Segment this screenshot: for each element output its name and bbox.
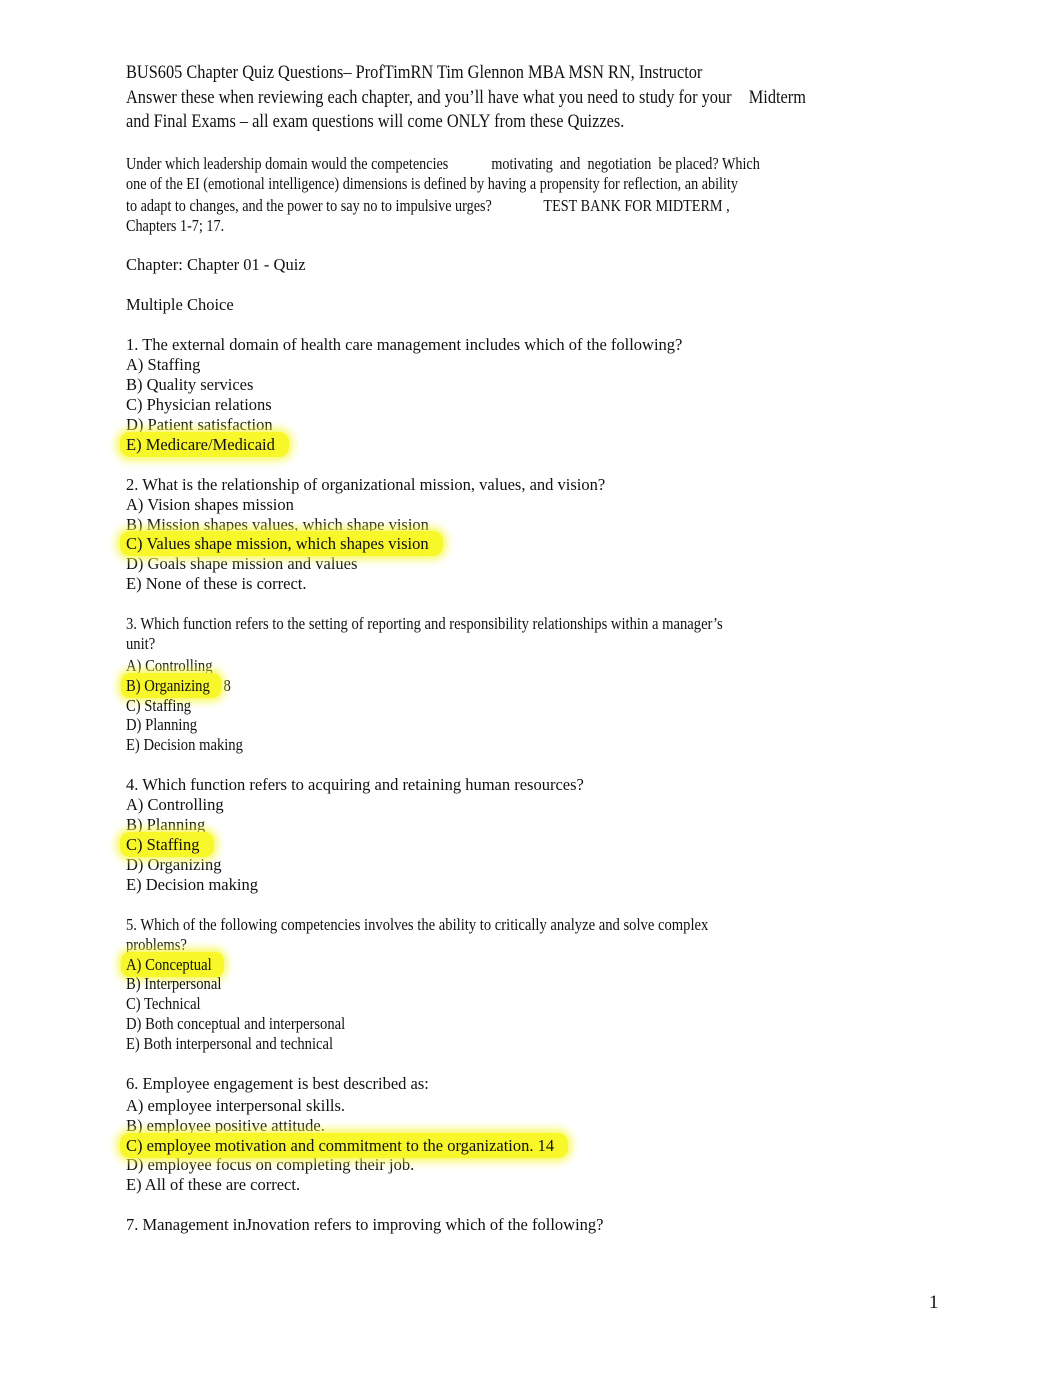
answer-option-highlighted: C) employee motivation and commitment to… <box>126 1136 554 1156</box>
answer-option-highlighted: B) Organizing 8 <box>126 676 231 696</box>
highlight-mark: E) Medicare/Medicaid <box>126 435 275 454</box>
intro-line-1: Under which leadership domain would the … <box>126 154 760 174</box>
highlight-mark: A) Conceptual <box>126 955 212 974</box>
answer-option: C) Technical <box>126 994 201 1013</box>
answer-option: B) Quality services <box>126 375 254 394</box>
answer-option: A) employee interpersonal skills. <box>126 1096 346 1115</box>
answer-option: E) Both interpersonal and technical <box>126 1034 334 1053</box>
subtitle-line-1: Answer these when reviewing each chapter… <box>126 86 806 110</box>
highlight-mark: B) Organizing <box>126 676 210 695</box>
answer-option: C) Staffing <box>126 696 192 715</box>
intro-line-2: one of the EI (emotional intelligence) d… <box>126 174 738 193</box>
answer-option: E) Decision making <box>126 875 258 894</box>
answer-option-highlighted: A) Conceptual 8 <box>126 955 223 975</box>
subtitle-line-2: and Final Exams – all exam questions wil… <box>126 111 625 132</box>
answer-option-highlighted: E) Medicare/Medicaid <box>126 435 275 455</box>
intro-text: to adapt to changes, and the power to sa… <box>126 196 492 215</box>
question-text: 4. Which function refers to acquiring an… <box>126 775 584 794</box>
answer-option: A) Vision shapes mission <box>126 495 294 514</box>
question-text: 5. Which of the following competencies i… <box>126 915 709 934</box>
answer-option: C) Physician relations <box>126 395 272 414</box>
answer-option: D) Organizing <box>126 855 222 874</box>
answer-option: D) Both conceptual and interpersonal <box>126 1014 346 1033</box>
answer-option: D) Planning <box>126 715 198 734</box>
question-text: 7. Management inJnovation refers to impr… <box>126 1215 604 1234</box>
answer-option-highlighted: C) Staffing 8 <box>126 835 212 855</box>
intro-text: Under which leadership domain would the … <box>126 154 449 173</box>
test-bank-label: TEST BANK FOR MIDTERM , <box>543 196 730 215</box>
intro-text: motivating and negotiation be placed? Wh… <box>491 154 760 173</box>
answer-option: E) Decision making <box>126 735 243 754</box>
answer-option: D) employee focus on completing their jo… <box>126 1155 415 1174</box>
question-text-cont: unit? <box>126 634 156 653</box>
section-label: Multiple Choice <box>126 295 234 314</box>
highlight-mark: C) Staffing <box>126 835 200 854</box>
page-reference: 14 <box>537 1136 555 1155</box>
subtitle-text: Answer these when reviewing each chapter… <box>126 87 732 108</box>
question-text: 3. Which function refers to the setting … <box>126 614 723 633</box>
answer-option-highlighted: C) Values shape mission, which shapes vi… <box>126 534 429 554</box>
highlight-mark: C) employee motivation and commitment to… <box>126 1136 554 1155</box>
question-text: 1. The external domain of health care ma… <box>126 335 683 354</box>
answer-option: E) None of these is correct. <box>126 574 307 593</box>
highlight-mark: C) Values shape mission, which shapes vi… <box>126 534 429 553</box>
intro-line-4: Chapters 1-7; 17. <box>126 216 225 235</box>
answer-option: A) Staffing <box>126 355 201 374</box>
chapter-label: Chapter: Chapter 01 - Quiz <box>126 255 306 274</box>
document-title: BUS605 Chapter Quiz Questions– ProfTimRN… <box>126 62 703 83</box>
page-number: 1 <box>929 1292 939 1313</box>
answer-text: C) employee motivation and commitment to… <box>126 1136 534 1155</box>
subtitle-midterm: Midterm <box>748 87 806 108</box>
question-text: 6. Employee engagement is best described… <box>126 1074 429 1093</box>
page-reference: 8 <box>223 676 231 695</box>
document-page: BUS605 Chapter Quiz Questions– ProfTimRN… <box>0 0 1062 1377</box>
answer-option: E) All of these are correct. <box>126 1175 301 1194</box>
answer-option: D) Goals shape mission and values <box>126 554 358 573</box>
intro-line-3: to adapt to changes, and the power to sa… <box>126 196 730 216</box>
answer-option: A) Controlling <box>126 795 224 814</box>
question-text: 2. What is the relationship of organizat… <box>126 475 606 494</box>
answer-option: B) Interpersonal <box>126 974 222 993</box>
